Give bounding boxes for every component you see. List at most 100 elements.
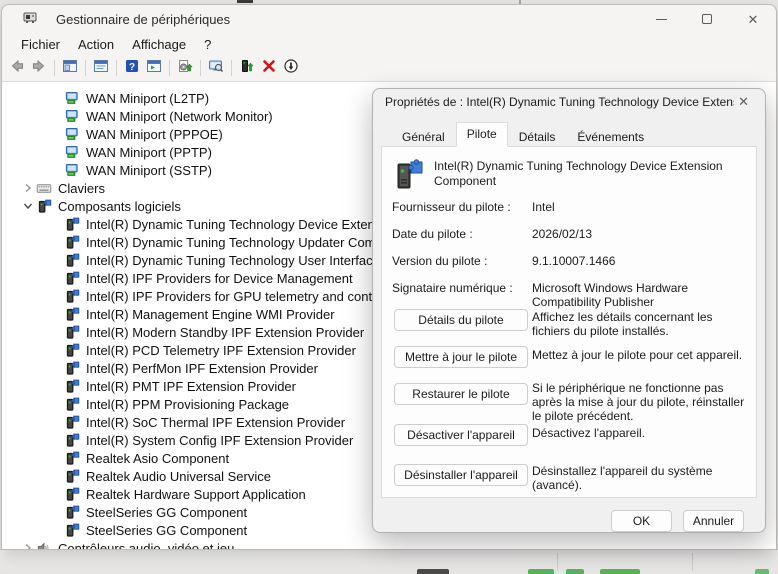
tab-général[interactable]: Général bbox=[391, 126, 456, 147]
software-device-icon bbox=[64, 325, 81, 340]
menu-aide[interactable]: ? bbox=[195, 35, 220, 54]
network-device-icon bbox=[64, 163, 81, 178]
menu-action[interactable]: Action bbox=[69, 35, 123, 54]
dialog-tabs: GénéralPiloteDétailsÉvénements bbox=[391, 122, 655, 147]
toolbar-separator bbox=[116, 60, 117, 76]
enable-device-button[interactable] bbox=[236, 57, 258, 79]
d-sactiver-l-appareil-button[interactable]: Désactiver l'appareil bbox=[394, 424, 528, 446]
tree-item[interactable]: Contrôleurs audio, vidéo et jeu bbox=[2, 539, 776, 549]
software-device-icon bbox=[64, 379, 81, 394]
tree-item-label: WAN Miniport (Network Monitor) bbox=[86, 109, 273, 124]
d-tails-du-pilote-button[interactable]: Détails du pilote bbox=[394, 309, 528, 331]
device-manager-app-icon bbox=[22, 9, 38, 30]
maximize-icon bbox=[702, 14, 712, 24]
uninstall-button[interactable] bbox=[258, 57, 280, 79]
update-driver-button[interactable] bbox=[174, 57, 196, 79]
properties-icon bbox=[93, 58, 109, 79]
enable-device-icon bbox=[239, 58, 255, 79]
tab-pilote[interactable]: Pilote bbox=[456, 122, 508, 147]
console-tree-button[interactable] bbox=[59, 57, 81, 79]
software-device-icon bbox=[64, 217, 81, 232]
action-pane-button[interactable] bbox=[143, 57, 165, 79]
field-label: Fournisseur du pilote : bbox=[392, 200, 511, 214]
tree-item-label: Intel(R) Management Engine WMI Provider bbox=[86, 307, 335, 322]
tree-item-label: Intel(R) Dynamic Tuning Technology Devic… bbox=[86, 217, 399, 232]
minimize-icon bbox=[656, 19, 667, 20]
scan-hardware-button[interactable] bbox=[205, 57, 227, 79]
help-button[interactable]: ? bbox=[121, 57, 143, 79]
tree-item-label: Contrôleurs audio, vidéo et jeu bbox=[58, 541, 234, 550]
dialog-title: Propriétés de : Intel(R) Dynamic Tuning … bbox=[385, 95, 734, 109]
action-description: Affichez les détails concernant les fich… bbox=[532, 310, 750, 338]
network-device-icon bbox=[64, 109, 81, 124]
toolbar-separator bbox=[54, 60, 55, 76]
tab-événements[interactable]: Événements bbox=[566, 126, 655, 147]
mettre-jour-le-pilote-button[interactable]: Mettre à jour le pilote bbox=[394, 346, 528, 368]
d-sinstaller-l-appareil-button[interactable]: Désinstaller l'appareil bbox=[394, 464, 528, 486]
background-icon-fragment bbox=[417, 569, 449, 574]
toolbar-separator bbox=[231, 60, 232, 76]
device-name: Intel(R) Dynamic Tuning Technology Devic… bbox=[434, 159, 739, 189]
background-window-fragment bbox=[237, 0, 253, 3]
field-label: Version du pilote : bbox=[392, 254, 487, 268]
properties-button[interactable] bbox=[90, 57, 112, 79]
menu-fichier[interactable]: Fichier bbox=[12, 35, 69, 54]
toolbar-separator bbox=[85, 60, 86, 76]
audio-device-icon bbox=[36, 541, 53, 550]
software-device-icon bbox=[64, 451, 81, 466]
tree-item-label: Composants logiciels bbox=[58, 199, 181, 214]
field-label: Date du pilote : bbox=[392, 227, 473, 241]
software-device-icon bbox=[64, 361, 81, 376]
svg-text:?: ? bbox=[129, 62, 135, 73]
network-device-icon bbox=[64, 127, 81, 142]
software-device-icon bbox=[64, 523, 81, 538]
tree-item-label: Intel(R) IPF Providers for GPU telemetry… bbox=[86, 289, 393, 304]
tree-item-label: Intel(R) Modern Standby IPF Extension Pr… bbox=[86, 325, 364, 340]
tab-détails[interactable]: Détails bbox=[508, 126, 567, 147]
background-text-fragment bbox=[755, 569, 769, 574]
tree-item-label: Realtek Audio Universal Service bbox=[86, 469, 271, 484]
tree-item-label: SteelSeries GG Component bbox=[86, 523, 247, 538]
close-button[interactable]: ✕ bbox=[730, 5, 776, 33]
tree-item-label: WAN Miniport (PPPOE) bbox=[86, 127, 223, 142]
maximize-button[interactable] bbox=[684, 5, 730, 33]
minimize-button[interactable] bbox=[638, 5, 684, 33]
update-driver-icon bbox=[177, 58, 193, 79]
tree-item-label: Intel(R) Dynamic Tuning Technology Updat… bbox=[86, 235, 397, 250]
action-description: Si le périphérique ne fonctionne pas apr… bbox=[532, 381, 750, 423]
disable-button[interactable] bbox=[280, 57, 302, 79]
background-text-fragment bbox=[566, 569, 584, 574]
window-title: Gestionnaire de périphériques bbox=[56, 12, 230, 27]
software-device-icon bbox=[64, 307, 81, 322]
driver-tab-page: Intel(R) Dynamic Tuning Technology Devic… bbox=[381, 146, 757, 498]
restaurer-le-pilote-button[interactable]: Restaurer le pilote bbox=[394, 383, 528, 405]
cancel-button[interactable]: Annuler bbox=[683, 510, 744, 532]
back-button[interactable] bbox=[6, 57, 28, 79]
scan-hardware-icon bbox=[208, 58, 224, 79]
tree-item-label: WAN Miniport (SSTP) bbox=[86, 163, 212, 178]
chevron-down-icon[interactable] bbox=[20, 198, 36, 214]
field-label: Signataire numérique : bbox=[392, 281, 513, 295]
tree-item-label: Intel(R) SoC Thermal IPF Extension Provi… bbox=[86, 415, 345, 430]
tree-item-label: WAN Miniport (L2TP) bbox=[86, 91, 209, 106]
menu-affichage[interactable]: Affichage bbox=[123, 35, 195, 54]
strip-divider bbox=[692, 553, 693, 571]
close-icon: ✕ bbox=[748, 13, 759, 26]
software-device-icon bbox=[64, 505, 81, 520]
forward-button[interactable] bbox=[28, 57, 50, 79]
console-tree-icon bbox=[62, 58, 78, 79]
action-description: Désinstallez l'appareil du système (avan… bbox=[532, 464, 750, 492]
software-device-icon bbox=[64, 235, 81, 250]
disable-icon bbox=[283, 58, 299, 79]
toolbar-separator bbox=[200, 60, 201, 76]
ok-button[interactable]: OK bbox=[611, 510, 672, 532]
tree-item-label: Intel(R) IPF Providers for Device Manage… bbox=[86, 271, 353, 286]
network-device-icon bbox=[64, 145, 81, 160]
strip-divider bbox=[557, 553, 558, 571]
chevron-right-icon[interactable] bbox=[20, 540, 36, 549]
tree-item-label: Intel(R) PMT IPF Extension Provider bbox=[86, 379, 296, 394]
keyboard-device-icon bbox=[36, 181, 53, 196]
chevron-right-icon[interactable] bbox=[20, 180, 36, 196]
dialog-title-bar: Propriétés de : Intel(R) Dynamic Tuning … bbox=[373, 89, 765, 115]
dialog-close-button[interactable]: ✕ bbox=[734, 92, 753, 112]
